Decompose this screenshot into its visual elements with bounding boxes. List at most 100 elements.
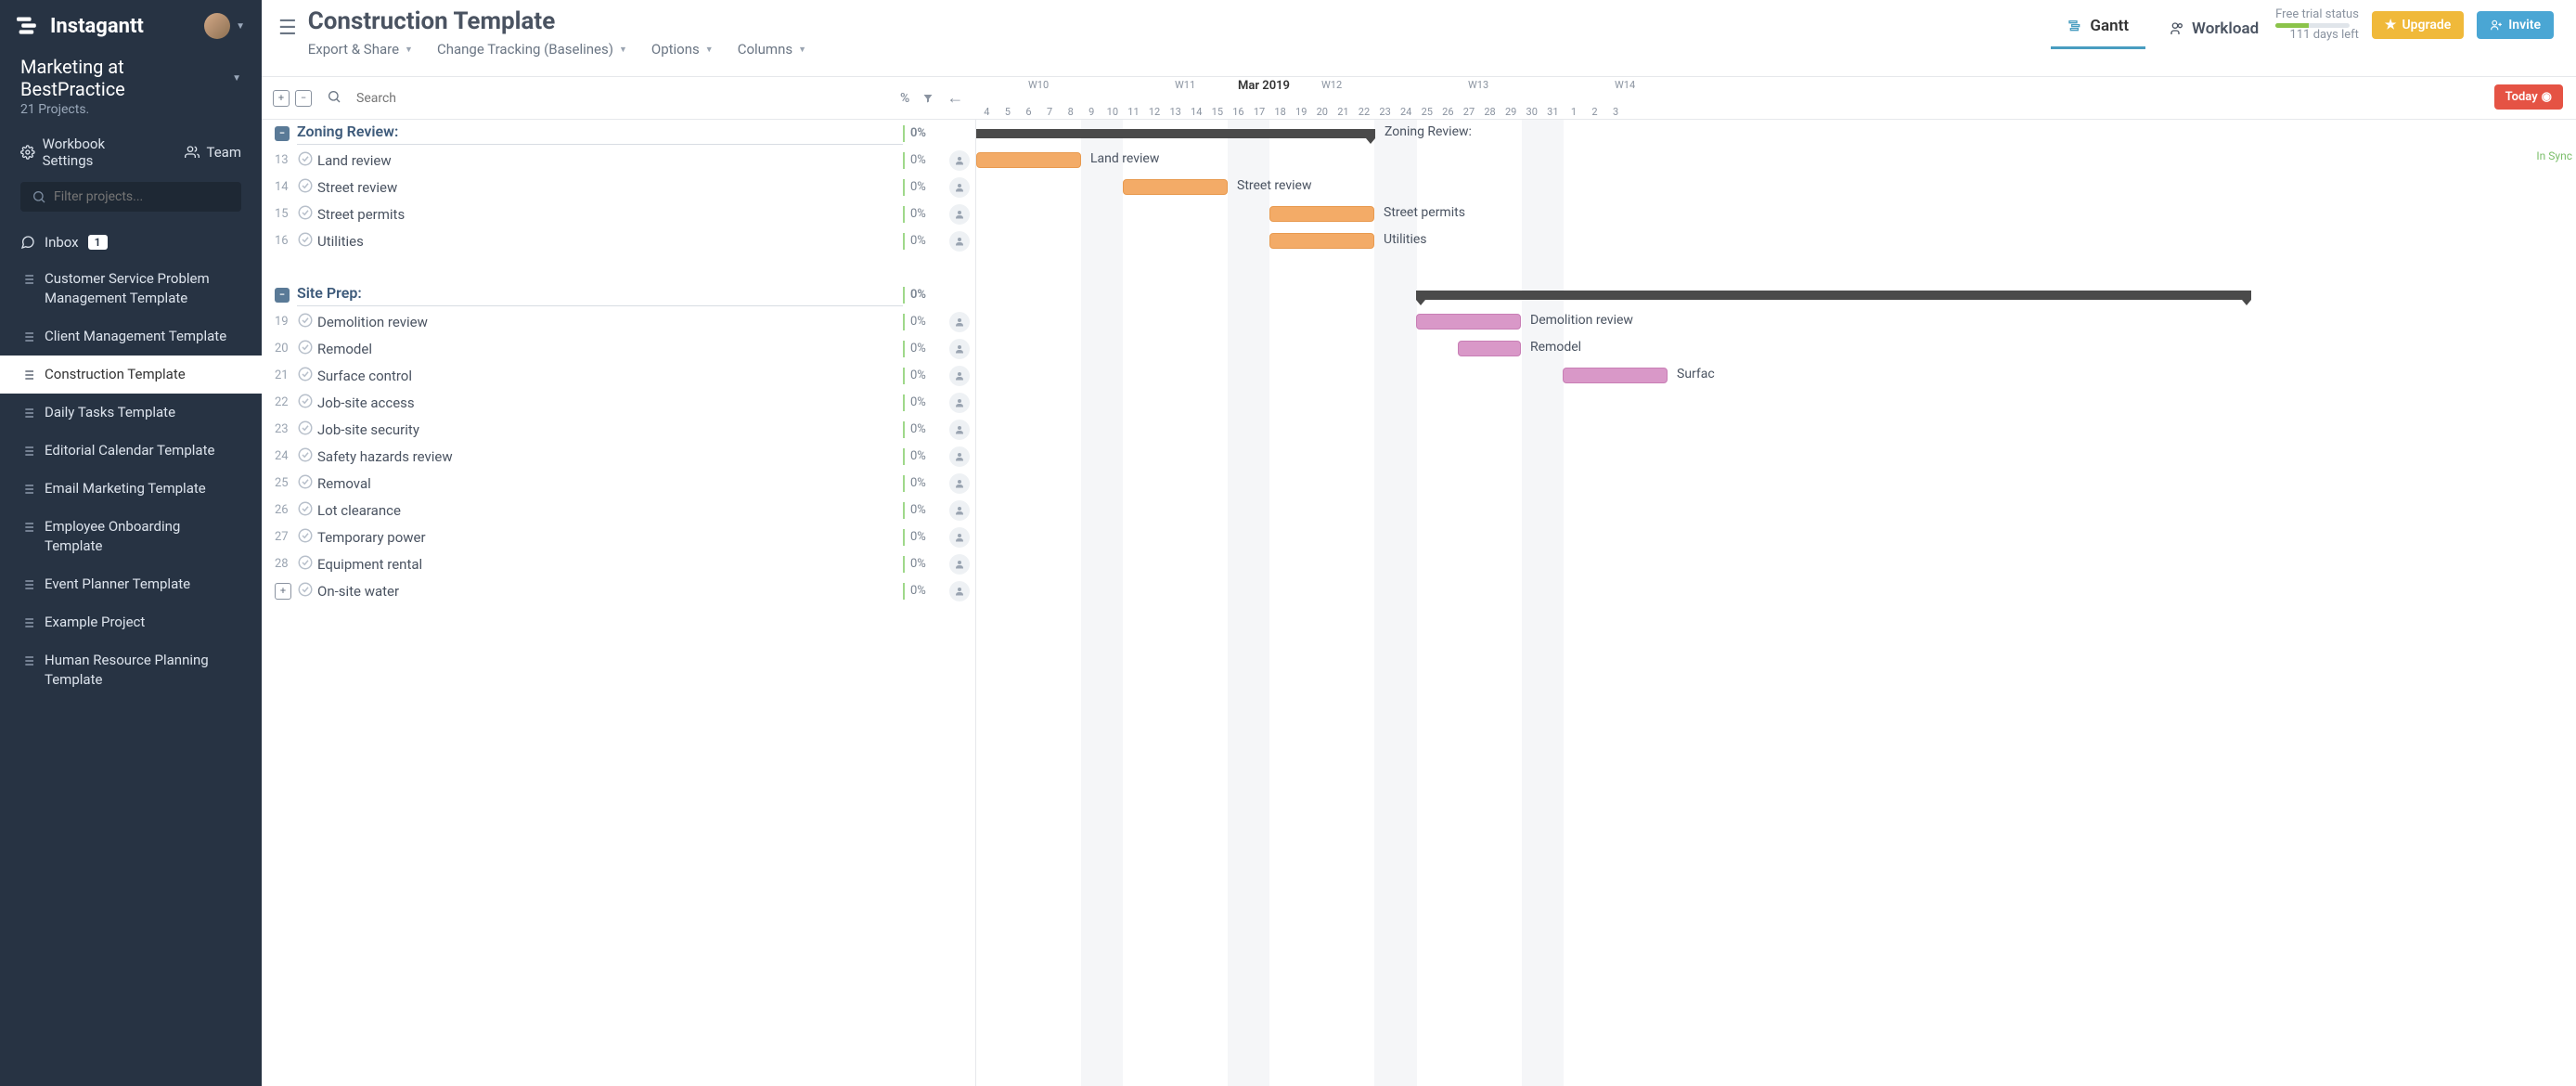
assignee-button[interactable] [944,366,975,386]
task-bar[interactable] [1123,179,1228,195]
sidebar-project-item[interactable]: Client Management Template [0,317,262,356]
logo[interactable]: Instagantt [17,15,144,38]
sidebar-project-item[interactable]: Human Resource Planning Template [0,641,262,699]
task-row[interactable]: +On-site water0% [262,577,975,604]
complete-toggle[interactable] [297,500,317,521]
task-row[interactable]: 27Temporary power0% [262,524,975,550]
expand-all-button[interactable]: + [273,90,290,107]
complete-toggle[interactable] [297,393,317,413]
sidebar-project-item[interactable]: Daily Tasks Template [0,394,262,432]
complete-toggle[interactable] [297,204,317,225]
complete-toggle[interactable] [297,177,317,198]
assignee-button[interactable] [944,312,975,332]
today-button[interactable]: Today◉ [2494,84,2563,110]
day-label: 6 [1018,106,1039,118]
header-menu-item[interactable]: Columns ▼ [738,41,806,76]
assignee-button[interactable] [944,150,975,171]
assignee-button[interactable] [944,177,975,198]
complete-toggle[interactable] [297,581,317,601]
tab-gantt[interactable]: Gantt [2051,7,2145,49]
invite-button[interactable]: Invite [2477,11,2554,39]
header-menu-item[interactable]: Change Tracking (Baselines) ▼ [437,41,627,76]
task-row[interactable]: 28Equipment rental0% [262,550,975,577]
complete-toggle[interactable] [297,554,317,575]
complete-toggle[interactable] [297,446,317,467]
filter-projects-input[interactable] [20,182,241,212]
user-icon [954,209,965,220]
gantt-chart[interactable]: In Sync Zoning Review:Land reviewStreet … [976,120,2576,1086]
collapse-all-button[interactable]: − [295,90,312,107]
complete-toggle[interactable] [297,527,317,548]
assignee-button[interactable] [944,446,975,467]
task-row[interactable]: 26Lot clearance0% [262,497,975,524]
assignee-button[interactable] [944,231,975,252]
sidebar-project-item[interactable]: Editorial Calendar Template [0,432,262,470]
search-button[interactable] [327,89,341,108]
task-row[interactable]: 13Land review0% [262,147,975,174]
assignee-button[interactable] [944,393,975,413]
collapse-icon[interactable]: − [275,288,290,303]
complete-toggle[interactable] [297,150,317,171]
summary-bar[interactable] [976,129,1375,138]
task-row[interactable]: 15Street permits0% [262,200,975,227]
assignee-button[interactable] [944,473,975,494]
header-menu-item[interactable]: Options ▼ [651,41,714,76]
assignee-button[interactable] [944,554,975,575]
task-row[interactable]: 19Demolition review0% [262,308,975,335]
upgrade-button[interactable]: ★Upgrade [2372,11,2464,39]
check-circle-icon [297,231,314,248]
task-row[interactable]: 20Remodel0% [262,335,975,362]
task-bar[interactable] [1458,341,1521,356]
task-row[interactable]: 21Surface control0% [262,362,975,389]
sidebar-project-item[interactable]: Construction Template [0,356,262,394]
task-row[interactable]: 23Job-site security0% [262,416,975,443]
task-bar[interactable] [1269,233,1374,249]
sidebar-project-item[interactable]: Customer Service Problem Management Temp… [0,260,262,317]
sidebar-project-item[interactable]: Email Marketing Template [0,470,262,508]
task-bar[interactable] [1563,368,1668,383]
header-menu-item[interactable]: Export & Share ▼ [308,41,413,76]
team-link[interactable]: Team [185,136,242,169]
back-arrow[interactable]: ← [947,88,963,108]
task-group-row[interactable]: −Zoning Review:0% [262,120,975,147]
complete-toggle[interactable] [297,473,317,494]
task-row[interactable]: 24Safety hazards review0% [262,443,975,470]
task-bar[interactable] [976,152,1081,168]
filter-icon[interactable] [922,93,934,104]
task-row[interactable]: 14Street review0% [262,174,975,200]
complete-toggle[interactable] [297,339,317,359]
complete-toggle[interactable] [297,312,317,332]
percent-filter[interactable]: % [900,91,909,106]
assignee-button[interactable] [944,500,975,521]
tab-workload[interactable]: Workload [2153,10,2275,49]
summary-bar[interactable] [1416,291,2251,300]
assignee-button[interactable] [944,527,975,548]
hamburger-menu[interactable]: ☰ [278,7,308,40]
add-subtask-button[interactable]: + [275,583,291,600]
assignee-button[interactable] [944,339,975,359]
task-group-row[interactable]: −Site Prep:0% [262,281,975,308]
assignee-button[interactable] [944,204,975,225]
search-input[interactable] [356,91,635,106]
collapse-icon[interactable]: − [275,126,290,141]
complete-toggle[interactable] [297,231,317,252]
workbook-settings-link[interactable]: Workbook Settings [20,136,157,169]
complete-toggle[interactable] [297,420,317,440]
complete-toggle[interactable] [297,366,317,386]
task-row[interactable]: 16Utilities0% [262,227,975,254]
task-bar[interactable] [1416,314,1521,330]
sidebar-project-item[interactable]: Event Planner Template [0,565,262,603]
filter-field[interactable] [54,189,230,204]
assignee-button[interactable] [944,420,975,440]
user-menu[interactable]: ▼ [204,13,245,39]
task-row[interactable]: 25Removal0% [262,470,975,497]
day-label: 12 [1144,106,1166,118]
task-bar[interactable] [1269,206,1374,222]
workspace-switcher[interactable]: Marketing at BestPractice▼ 21 Projects. [0,46,262,119]
assignee-button[interactable] [944,581,975,601]
inbox-link[interactable]: Inbox 1 [0,225,262,260]
task-row[interactable]: 22Job-site access0% [262,389,975,416]
bar-label: Land review [1090,151,1159,166]
sidebar-project-item[interactable]: Example Project [0,603,262,641]
sidebar-project-item[interactable]: Employee Onboarding Template [0,508,262,565]
